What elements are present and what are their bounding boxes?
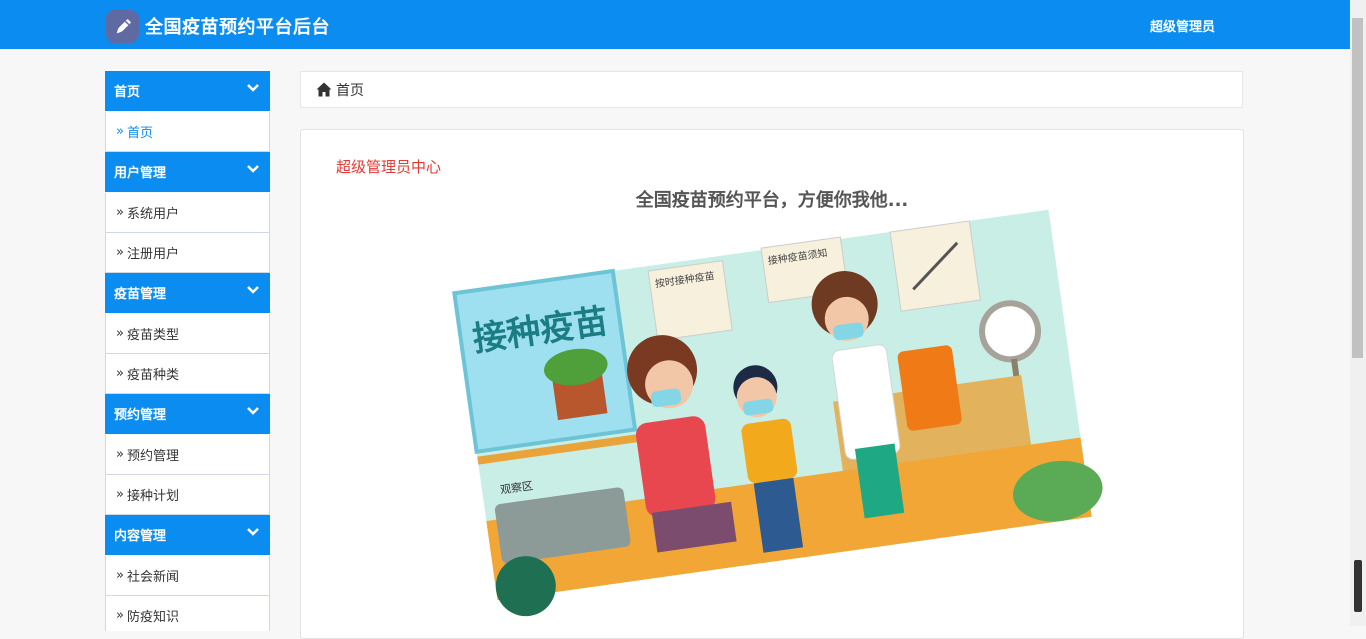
home-icon[interactable] (316, 82, 332, 97)
chevron-down-icon (246, 405, 260, 420)
double-chevron-right-icon: » (116, 487, 124, 502)
breadcrumb: 首页 (300, 71, 1243, 108)
sidebar-group-appointments[interactable]: 预约管理 (105, 394, 270, 434)
sidebar-item-label: 接种计划 (126, 489, 179, 504)
sidebar: 首页 » 首页 用户管理 » 系统用户 » 注册用户 疫苗管理 » 疫苗类型 »… (105, 71, 270, 631)
sidebar-group-label: 内容管理 (114, 529, 167, 544)
sidebar-item-vaccine-types[interactable]: » 疫苗类型 (105, 314, 270, 354)
panel-heading: 超级管理员中心 (336, 158, 442, 176)
sidebar-group-label: 疫苗管理 (114, 287, 167, 302)
sidebar-item-label: 疫苗种类 (126, 368, 179, 383)
sidebar-item-label: 首页 (126, 126, 153, 141)
sidebar-group-home[interactable]: 首页 (105, 71, 270, 111)
sidebar-group-label: 首页 (114, 85, 141, 100)
app-title: 全国疫苗预约平台后台 (145, 17, 330, 38)
sidebar-group-label: 用户管理 (114, 166, 167, 181)
sidebar-item-news[interactable]: » 社会新闻 (105, 556, 270, 596)
chevron-down-icon (246, 284, 260, 299)
main-panel: 超级管理员中心 全国疫苗预约平台，方便你我他... 接种疫苗 按时接种疫苗 接种… (300, 129, 1244, 639)
double-chevron-right-icon: » (116, 205, 124, 220)
chevron-down-icon (246, 526, 260, 541)
chevron-down-icon (246, 82, 260, 97)
vaccination-illustration: 接种疫苗 按时接种疫苗 接种疫苗须知 观察区 (452, 209, 1103, 617)
double-chevron-right-icon: » (116, 568, 124, 583)
sidebar-group-content[interactable]: 内容管理 (105, 515, 270, 555)
double-chevron-right-icon: » (116, 326, 124, 341)
sidebar-item-home[interactable]: » 首页 (105, 112, 270, 152)
page-scrollbar[interactable] (1350, 0, 1366, 626)
double-chevron-right-icon: » (116, 245, 124, 260)
sidebar-item-appointments[interactable]: » 预约管理 (105, 435, 270, 475)
breadcrumb-label[interactable]: 首页 (336, 80, 364, 100)
sidebar-item-vaccine-kinds[interactable]: » 疫苗种类 (105, 354, 270, 394)
sidebar-item-system-users[interactable]: » 系统用户 (105, 193, 270, 233)
top-bar: 全国疫苗预约平台后台 超级管理员 (0, 0, 1350, 49)
chevron-down-icon (246, 163, 260, 178)
sidebar-item-label: 疫苗类型 (126, 328, 179, 343)
sidebar-item-vaccination-plan[interactable]: » 接种计划 (105, 475, 270, 515)
sidebar-group-vaccines[interactable]: 疫苗管理 (105, 273, 270, 313)
scrollbar-thumb[interactable] (1352, 18, 1363, 358)
sidebar-item-label: 预约管理 (126, 449, 179, 464)
double-chevron-right-icon: » (116, 447, 124, 462)
sidebar-item-registered-users[interactable]: » 注册用户 (105, 233, 270, 273)
sidebar-item-label: 防疫知识 (126, 610, 179, 625)
double-chevron-right-icon: » (116, 124, 124, 139)
page-title: 全国疫苗预约平台，方便你我他... (635, 190, 909, 211)
sidebar-item-label: 注册用户 (126, 247, 179, 262)
double-chevron-right-icon: » (116, 608, 124, 623)
sidebar-group-users[interactable]: 用户管理 (105, 152, 270, 192)
sidebar-group-label: 预约管理 (114, 408, 167, 423)
user-menu[interactable]: 超级管理员 (1150, 16, 1215, 35)
double-chevron-right-icon: » (116, 366, 124, 381)
sidebar-item-label: 系统用户 (126, 207, 179, 222)
widget-icon (1354, 560, 1362, 612)
sidebar-item-label: 社会新闻 (126, 570, 179, 585)
pen-icon (106, 10, 139, 43)
